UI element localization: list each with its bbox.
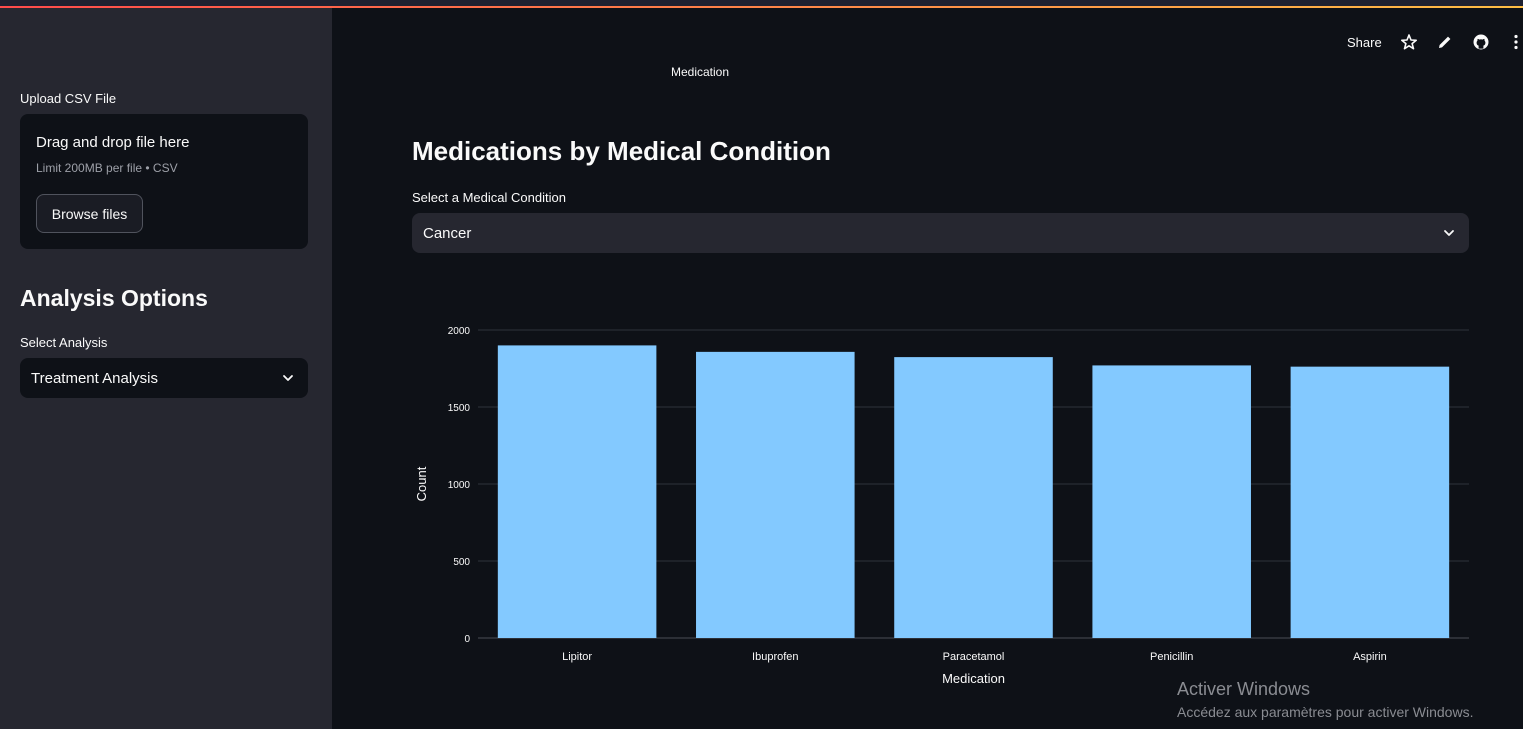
y-tick-label: 1500 — [448, 403, 471, 414]
page-title: Medications by Medical Condition — [412, 136, 831, 166]
analysis-select[interactable]: Treatment Analysis — [20, 358, 308, 398]
analysis-options-heading: Analysis Options — [20, 285, 208, 311]
select-condition-label: Select a Medical Condition — [412, 190, 566, 205]
file-uploader-dropzone[interactable]: Drag and drop file here Limit 200MB per … — [20, 114, 308, 249]
y-axis-title: Count — [414, 466, 429, 501]
condition-select[interactable]: Cancer — [412, 213, 1469, 253]
top-bar — [0, 0, 1523, 8]
activate-windows-subtitle: Accédez aux paramètres pour activer Wind… — [1177, 704, 1474, 720]
bar-ibuprofen — [696, 351, 855, 638]
x-axis-title: Medication — [942, 671, 1005, 686]
x-tick-label: Paracetamol — [943, 651, 1005, 663]
condition-select-value: Cancer — [423, 224, 472, 242]
bar-aspirin — [1290, 366, 1450, 638]
x-tick-label: Aspirin — [1353, 651, 1387, 663]
bar-paracetamol — [894, 357, 1053, 638]
chevron-down-icon — [283, 375, 293, 381]
medications-bar-chart: 0 500 1000 1500 2000 Lipitor Ibuprofen Paraceta… — [414, 326, 1469, 686]
page-tab-label: Medication — [671, 65, 730, 79]
y-tick-label: 0 — [464, 634, 470, 645]
share-button[interactable]: Share — [1347, 35, 1382, 50]
star-icon[interactable] — [1400, 33, 1418, 51]
github-icon[interactable] — [1472, 33, 1490, 51]
browse-files-button[interactable]: Browse files — [36, 194, 143, 233]
y-tick-label: 500 — [453, 557, 470, 568]
uploader-title: Drag and drop file here — [36, 134, 190, 151]
uploader-hint: Limit 200MB per file • CSV — [36, 161, 178, 175]
upload-label: Upload CSV File — [20, 91, 117, 106]
more-options-icon[interactable] — [1508, 33, 1522, 51]
bar-penicillin — [1092, 365, 1251, 638]
y-tick-label: 1000 — [448, 480, 471, 491]
x-tick-label: Lipitor — [562, 651, 592, 663]
bar-lipitor — [497, 345, 657, 638]
analysis-select-value: Treatment Analysis — [31, 369, 158, 387]
select-analysis-label: Select Analysis — [20, 335, 108, 350]
x-tick-label: Penicillin — [1150, 651, 1193, 663]
activate-windows-title: Activer Windows — [1177, 679, 1311, 699]
x-tick-label: Ibuprofen — [752, 651, 798, 663]
y-tick-label: 2000 — [448, 326, 471, 337]
edit-pencil-icon[interactable] — [1436, 33, 1454, 51]
chevron-down-icon — [1444, 230, 1454, 236]
